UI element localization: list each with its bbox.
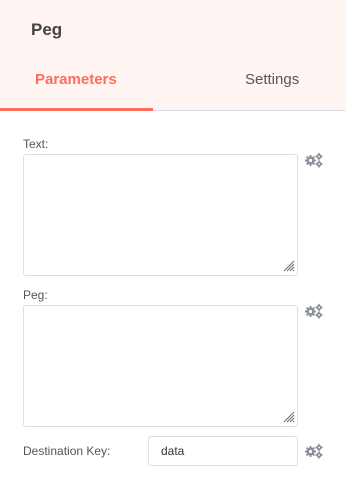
destination-key-label: Destination Key: bbox=[23, 444, 111, 458]
peg-field[interactable] bbox=[23, 305, 298, 427]
resize-grip-icon[interactable] bbox=[283, 260, 295, 272]
node-title: Peg bbox=[31, 20, 63, 39]
tab-parameters[interactable]: Parameters bbox=[35, 71, 117, 88]
active-tab-indicator bbox=[0, 108, 153, 111]
destination-key-input[interactable] bbox=[148, 436, 298, 466]
text-field[interactable] bbox=[23, 154, 298, 276]
node-header: Peg Parameters Settings bbox=[0, 0, 346, 111]
peg-field-label: Peg: bbox=[23, 288, 48, 302]
gears-icon[interactable] bbox=[304, 152, 324, 168]
gears-icon[interactable] bbox=[304, 443, 324, 459]
tab-settings[interactable]: Settings bbox=[245, 71, 299, 88]
resize-grip-icon[interactable] bbox=[283, 411, 295, 423]
text-field-label: Text: bbox=[23, 137, 49, 151]
gears-icon[interactable] bbox=[304, 303, 324, 319]
